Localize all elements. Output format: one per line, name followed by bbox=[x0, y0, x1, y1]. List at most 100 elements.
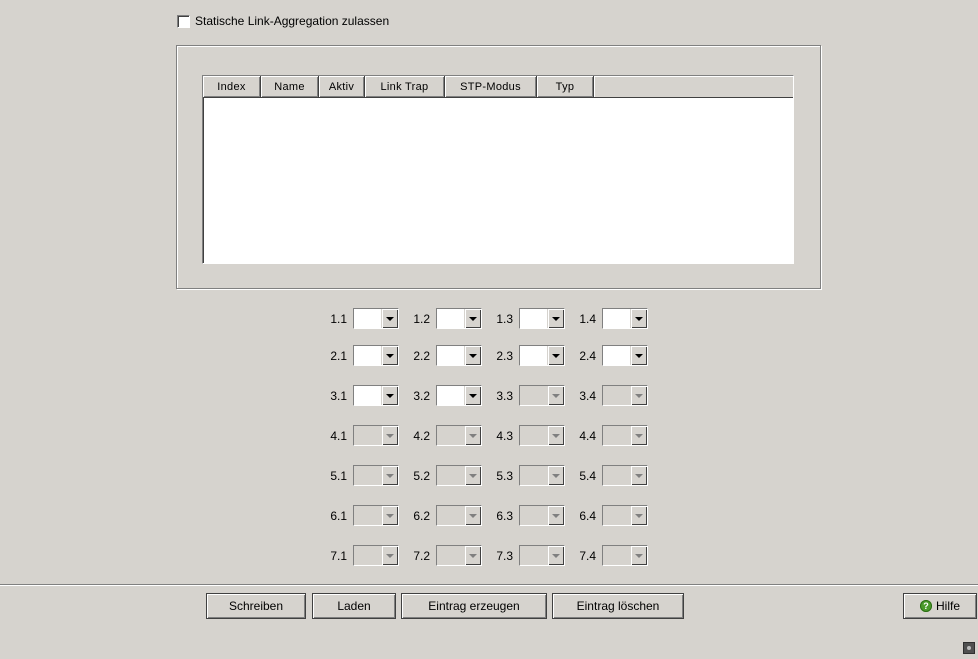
chevron-down-icon bbox=[552, 353, 560, 358]
port-dropdown-button bbox=[630, 426, 647, 445]
chevron-down-icon bbox=[635, 353, 643, 358]
port-dropdown-button[interactable] bbox=[381, 309, 398, 328]
chevron-down-icon bbox=[552, 553, 560, 558]
write-button[interactable]: Schreiben bbox=[206, 593, 306, 619]
port-dropdown-button[interactable] bbox=[381, 386, 398, 405]
port-dropdown[interactable] bbox=[353, 308, 399, 329]
port-row: 4.1 4.2 4.3 4.4 bbox=[320, 425, 652, 446]
port-dropdown[interactable] bbox=[519, 308, 565, 329]
port-selector: 5.2 bbox=[403, 465, 482, 486]
port-dropdown-button[interactable] bbox=[630, 346, 647, 365]
port-row: 6.1 6.2 6.3 6.4 bbox=[320, 505, 652, 526]
port-selector: 4.4 bbox=[569, 425, 648, 446]
port-dropdown[interactable] bbox=[519, 345, 565, 366]
port-label: 7.3 bbox=[496, 548, 513, 563]
chevron-down-icon bbox=[469, 553, 477, 558]
port-dropdown-value bbox=[437, 506, 464, 525]
port-dropdown[interactable] bbox=[436, 308, 482, 329]
chevron-down-icon bbox=[552, 513, 560, 518]
port-dropdown[interactable] bbox=[353, 385, 399, 406]
port-label: 6.4 bbox=[579, 508, 596, 523]
delete-entry-button[interactable]: Eintrag löschen bbox=[552, 593, 684, 619]
port-dropdown-button bbox=[381, 466, 398, 485]
port-selector: 2.4 bbox=[569, 345, 648, 366]
port-dropdown-button bbox=[630, 466, 647, 485]
chevron-down-icon bbox=[552, 316, 560, 321]
link-aggregation-table[interactable]: Index Name Aktiv Link Trap STP-Modus Typ bbox=[202, 75, 794, 264]
port-label: 6.3 bbox=[496, 508, 513, 523]
port-label: 6.1 bbox=[330, 508, 347, 523]
port-dropdown bbox=[602, 465, 648, 486]
port-selector: 7.1 bbox=[320, 545, 399, 566]
create-entry-button[interactable]: Eintrag erzeugen bbox=[401, 593, 547, 619]
port-label: 2.4 bbox=[579, 348, 596, 363]
port-row: 5.1 5.2 5.3 5.4 bbox=[320, 465, 652, 486]
port-dropdown bbox=[353, 505, 399, 526]
port-dropdown-button bbox=[464, 466, 481, 485]
port-dropdown-button bbox=[630, 506, 647, 525]
port-label: 5.4 bbox=[579, 468, 596, 483]
port-dropdown-button bbox=[630, 546, 647, 565]
resize-grip-icon[interactable] bbox=[963, 642, 975, 654]
port-dropdown-value bbox=[437, 309, 464, 328]
port-selector: 3.4 bbox=[569, 385, 648, 406]
chevron-down-icon bbox=[386, 316, 394, 321]
port-dropdown[interactable] bbox=[353, 345, 399, 366]
port-label: 1.4 bbox=[579, 311, 596, 326]
port-dropdown-value bbox=[520, 346, 547, 365]
port-dropdown bbox=[519, 385, 565, 406]
port-dropdown-value bbox=[603, 466, 630, 485]
port-row: 1.1 1.2 1.3 1.4 bbox=[320, 308, 652, 329]
chevron-down-icon bbox=[635, 553, 643, 558]
port-dropdown-button[interactable] bbox=[464, 309, 481, 328]
chevron-down-icon bbox=[635, 433, 643, 438]
port-dropdown[interactable] bbox=[602, 308, 648, 329]
chevron-down-icon bbox=[469, 353, 477, 358]
help-button[interactable]: ? Hilfe bbox=[903, 593, 977, 619]
port-label: 4.4 bbox=[579, 428, 596, 443]
chevron-down-icon bbox=[469, 433, 477, 438]
port-selector: 6.2 bbox=[403, 505, 482, 526]
column-header-name[interactable]: Name bbox=[261, 76, 319, 98]
column-header-index[interactable]: Index bbox=[203, 76, 261, 98]
port-selector: 1.1 bbox=[320, 308, 399, 329]
column-header-typ[interactable]: Typ bbox=[537, 76, 594, 98]
port-dropdown[interactable] bbox=[436, 385, 482, 406]
port-dropdown-button bbox=[630, 386, 647, 405]
port-dropdown-button[interactable] bbox=[547, 346, 564, 365]
port-dropdown-button bbox=[381, 506, 398, 525]
port-selector: 4.2 bbox=[403, 425, 482, 446]
port-dropdown[interactable] bbox=[436, 345, 482, 366]
port-dropdown bbox=[436, 505, 482, 526]
port-dropdown-button bbox=[547, 426, 564, 445]
static-link-aggregation-row: Statische Link-Aggregation zulassen bbox=[177, 14, 389, 28]
port-dropdown-value bbox=[437, 386, 464, 405]
port-dropdown[interactable] bbox=[602, 345, 648, 366]
port-label: 2.3 bbox=[496, 348, 513, 363]
port-selector: 5.1 bbox=[320, 465, 399, 486]
chevron-down-icon bbox=[469, 393, 477, 398]
port-dropdown-button[interactable] bbox=[630, 309, 647, 328]
load-button[interactable]: Laden bbox=[312, 593, 396, 619]
port-dropdown-button[interactable] bbox=[381, 346, 398, 365]
chevron-down-icon bbox=[552, 393, 560, 398]
chevron-down-icon bbox=[386, 353, 394, 358]
column-header-stp-modus[interactable]: STP-Modus bbox=[445, 76, 537, 98]
port-dropdown-value bbox=[354, 426, 381, 445]
chevron-down-icon bbox=[635, 513, 643, 518]
port-dropdown-button bbox=[381, 546, 398, 565]
port-dropdown-value bbox=[603, 309, 630, 328]
port-selector: 7.4 bbox=[569, 545, 648, 566]
port-dropdown-button[interactable] bbox=[464, 386, 481, 405]
chevron-down-icon bbox=[386, 553, 394, 558]
static-link-aggregation-checkbox[interactable] bbox=[177, 14, 190, 28]
port-selector: 7.3 bbox=[486, 545, 565, 566]
port-dropdown-button[interactable] bbox=[547, 309, 564, 328]
column-header-link-trap[interactable]: Link Trap bbox=[365, 76, 445, 98]
port-dropdown-button bbox=[464, 506, 481, 525]
column-header-aktiv[interactable]: Aktiv bbox=[319, 76, 365, 98]
port-dropdown-value bbox=[520, 466, 547, 485]
port-dropdown bbox=[519, 425, 565, 446]
port-dropdown-button[interactable] bbox=[464, 346, 481, 365]
port-dropdown-button bbox=[547, 546, 564, 565]
